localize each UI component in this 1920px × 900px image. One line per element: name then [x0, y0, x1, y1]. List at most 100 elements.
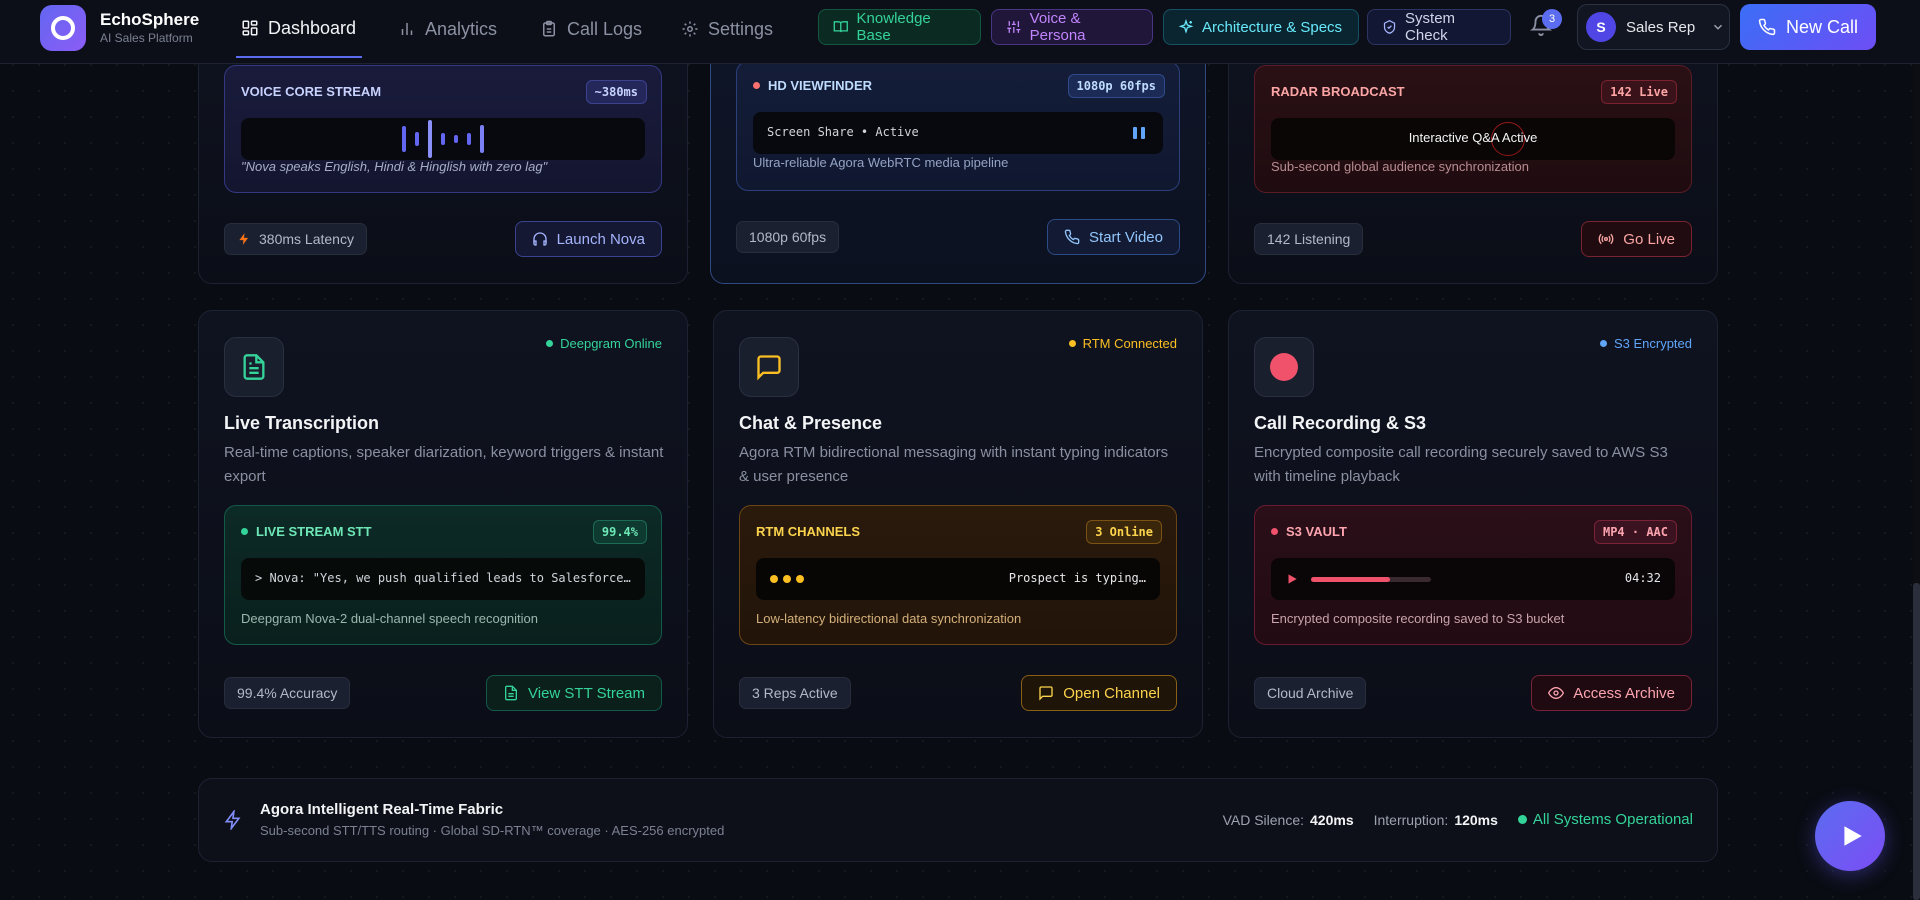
rtm-channels-panel: RTM CHANNELS 3 Online Prospect is typing… [739, 505, 1177, 645]
wave-bar [428, 120, 432, 158]
wave-bar [441, 133, 445, 145]
button-label: Go Live [1623, 230, 1675, 248]
user-role: Sales Rep [1626, 18, 1696, 36]
broadcast-title: RADAR BROADCAST [1271, 84, 1405, 99]
fabric-status-bar: Agora Intelligent Real-Time Fabric Sub-s… [198, 778, 1718, 862]
system-status-text: All Systems Operational [1532, 811, 1693, 828]
pause-bar [1141, 127, 1145, 139]
scrollbar-thumb[interactable] [1913, 583, 1920, 900]
book-icon [833, 21, 848, 33]
app-logo[interactable] [40, 5, 86, 51]
format-tag: MP4 · AAC [1593, 520, 1677, 544]
wave-bar [480, 125, 484, 153]
typing-indicator-bar: Prospect is typing… [756, 558, 1160, 600]
nav-dashboard[interactable]: Dashboard [236, 0, 362, 58]
rtm-title: RTM CHANNELS [756, 524, 860, 539]
brand: EchoSphere AI Sales Platform [100, 10, 199, 45]
notifications-button[interactable]: 3 [1529, 9, 1562, 40]
latency-tag: ~380ms [585, 80, 647, 104]
floating-play-button[interactable] [1815, 801, 1885, 871]
stat-text: 142 Listening [1267, 231, 1351, 247]
voice-waveform [241, 118, 645, 160]
transcript-line: > Nova: "Yes, we push qualified leads to… [241, 558, 645, 600]
card-title: Chat & Presence [739, 413, 883, 433]
system-check-button[interactable]: System Check [1367, 9, 1511, 45]
open-channel-button[interactable]: Open Channel [1021, 675, 1177, 711]
access-archive-button[interactable]: Access Archive [1531, 675, 1692, 711]
sliders-icon [1007, 21, 1021, 33]
nav-analytics[interactable]: Analytics [398, 0, 497, 58]
eye-icon [1548, 686, 1565, 700]
latency-stat: 380ms Latency [224, 223, 367, 255]
accuracy-tag: 99.4% [592, 520, 647, 544]
document-icon [243, 354, 265, 380]
play-icon[interactable] [1285, 572, 1299, 586]
stat-text: Cloud Archive [1267, 685, 1354, 701]
accuracy-stat: 99.4% Accuracy [224, 677, 351, 709]
live-count-tag: 142 Live [1601, 80, 1677, 104]
bar-chart-icon [401, 23, 413, 35]
voice-core-panel: VOICE CORE STREAM ~380ms "Nova speaks En… [224, 65, 662, 193]
resolution-stat: 1080p 60fps [736, 221, 840, 253]
inner-title-text: HD VIEWFINDER [768, 78, 872, 93]
recording-icon-box [1254, 337, 1314, 397]
wave-bar [454, 135, 458, 143]
live-dot [1271, 528, 1278, 535]
start-video-button[interactable]: Start Video [1047, 219, 1180, 255]
logo-ring-icon [51, 16, 75, 40]
play-icon [1844, 826, 1862, 846]
go-live-button[interactable]: Go Live [1581, 221, 1692, 257]
radar-bar: Interactive Q&A Active [1271, 118, 1675, 160]
online-count-tag: 3 Online [1086, 520, 1162, 544]
fabric-metrics: VAD Silence: 420ms Interruption: 120ms A… [1223, 811, 1693, 828]
viewfinder-footer: Ultra-reliable Agora WebRTC media pipeli… [753, 155, 1009, 170]
playback-progress [1311, 577, 1391, 582]
knowledge-base-button[interactable]: Knowledge Base [818, 9, 981, 45]
resolution-tag: 1080p 60fps [1067, 74, 1165, 98]
vad-value: 420ms [1310, 811, 1354, 828]
chat-icon-box [739, 337, 799, 397]
stat-text: 3 Reps Active [752, 685, 838, 701]
view-stt-stream-button[interactable]: View STT Stream [486, 675, 662, 711]
inner-title-text: LIVE STREAM STT [256, 524, 372, 539]
launch-nova-button[interactable]: Launch Nova [514, 221, 662, 257]
document-icon [505, 685, 518, 701]
status-dot [1599, 340, 1607, 347]
avatar: S [1586, 12, 1616, 42]
typing-dot [783, 575, 791, 583]
new-call-button[interactable]: New Call [1740, 4, 1876, 50]
stt-footer: Deepgram Nova-2 dual-channel speech reco… [241, 611, 539, 626]
inner-title-text: RADAR BROADCAST [1271, 84, 1405, 99]
sparkle-icon [1178, 19, 1194, 34]
inner-title-text: VOICE CORE STREAM [241, 84, 382, 99]
hd-viewfinder-panel: HD VIEWFINDER 1080p 60fps Screen Share •… [736, 61, 1180, 191]
card-description: Encrypted composite call recording secur… [1254, 444, 1668, 485]
nav-call-logs[interactable]: Call Logs [540, 0, 642, 58]
lightning-icon [224, 810, 241, 830]
typing-dot [770, 575, 778, 583]
interruption-value: 120ms [1454, 811, 1498, 828]
inner-title-text: RTM CHANNELS [756, 524, 860, 539]
stat-text: 380ms Latency [259, 231, 354, 247]
nav-settings[interactable]: Settings [681, 0, 773, 58]
button-label: Open Channel [1063, 684, 1160, 702]
status-text: S3 Encrypted [1613, 336, 1692, 351]
playback-track[interactable] [1311, 577, 1431, 582]
screen-share-status: Screen Share • Active [767, 125, 919, 139]
phone-icon [1064, 229, 1080, 245]
voice-persona-button[interactable]: Voice & Persona [991, 9, 1153, 45]
user-menu[interactable]: S Sales Rep [1577, 4, 1730, 50]
transcript-text: > Nova: "Yes, we push qualified leads to… [255, 571, 631, 585]
qa-status: Interactive Q&A Active [1408, 130, 1538, 145]
cloud-archive-stat: Cloud Archive [1254, 677, 1367, 709]
architecture-specs-button[interactable]: Architecture & Specs [1163, 9, 1359, 45]
status-dot [546, 340, 554, 347]
headphones-icon [532, 232, 547, 246]
nav-label: Dashboard [268, 17, 357, 38]
pill-label: Voice & Persona [1029, 10, 1086, 44]
rtm-footer: Low-latency bidirectional data synchroni… [756, 611, 1022, 626]
vault-footer: Encrypted composite recording saved to S… [1271, 611, 1565, 626]
broadcast-icon [1599, 233, 1614, 245]
pause-bar [1133, 127, 1137, 139]
card-title: Call Recording & S3 [1254, 413, 1427, 433]
